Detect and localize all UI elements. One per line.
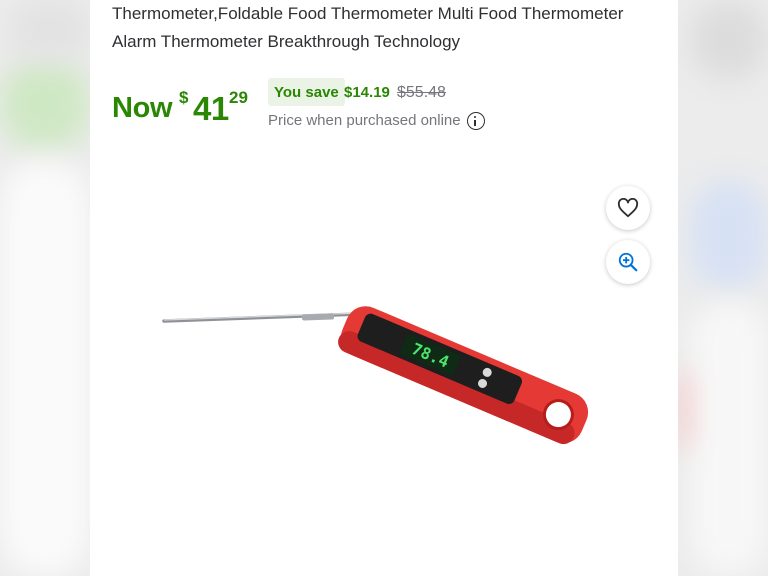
product-title: Thermometer,Foldable Food Thermometer Mu…: [112, 0, 672, 56]
info-icon[interactable]: [467, 112, 485, 130]
price-cents: 29: [229, 88, 248, 107]
product-image[interactable]: 78.4: [150, 280, 620, 470]
was-price: $55.48: [397, 84, 446, 101]
zoom-in-icon: [618, 252, 638, 272]
favorite-button[interactable]: [606, 186, 650, 230]
save-amount: $14.19: [344, 84, 390, 101]
product-card: Thermometer,Foldable Food Thermometer Mu…: [90, 0, 678, 576]
zoom-button[interactable]: [606, 240, 650, 284]
product-title-line-2: Alarm Thermometer Breakthrough Technolog…: [112, 32, 461, 51]
product-title-line-1: Thermometer,Foldable Food Thermometer Mu…: [112, 4, 624, 23]
now-label: Now: [112, 92, 173, 124]
price-dollars: 41: [193, 90, 229, 127]
price-note: Price when purchased online: [268, 112, 461, 129]
thermometer-body: 78.4: [338, 306, 589, 445]
heart-icon: [617, 198, 639, 218]
you-save-badge: You save: [268, 78, 345, 106]
currency-symbol: $: [179, 88, 189, 107]
